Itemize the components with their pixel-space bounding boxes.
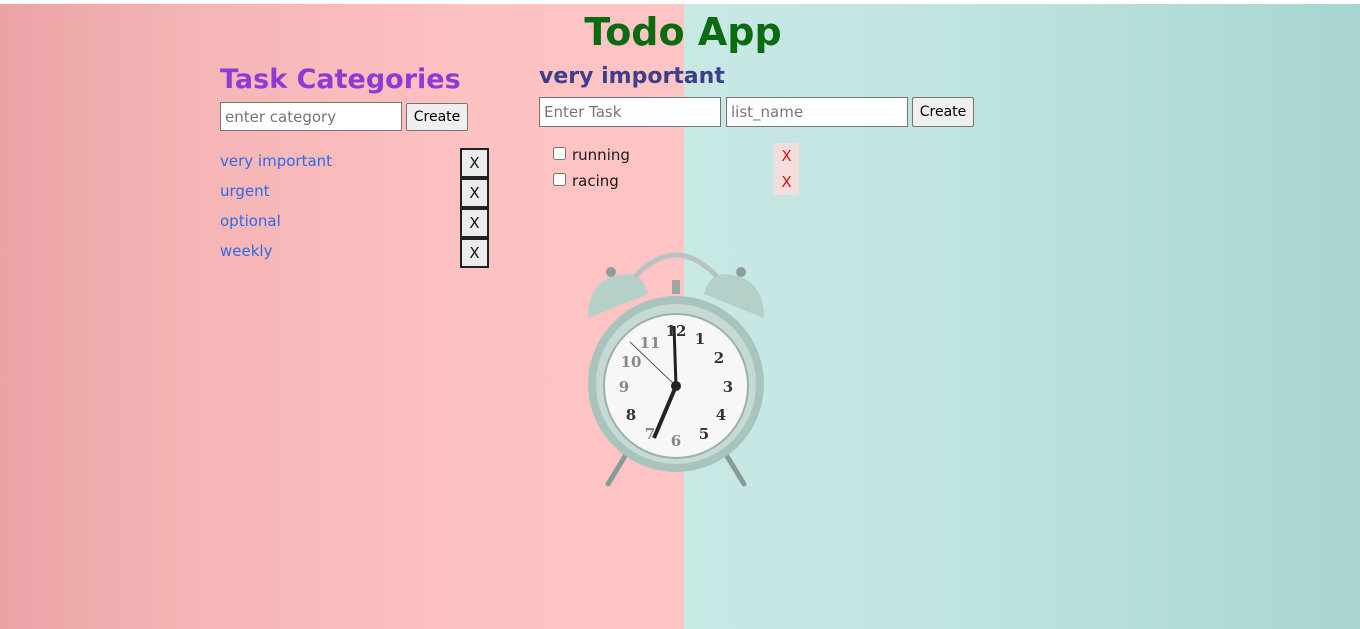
svg-text:2: 2 [714, 349, 724, 367]
delete-task-button[interactable]: X [774, 143, 799, 169]
category-item: weekly X [220, 238, 490, 268]
category-item: urgent X [220, 178, 490, 208]
delete-category-button[interactable]: X [460, 238, 489, 268]
delete-category-button[interactable]: X [460, 208, 489, 238]
category-item: very important X [220, 148, 490, 178]
category-link-optional[interactable]: optional [220, 211, 281, 231]
categories-heading: Task Categories [220, 64, 461, 95]
category-link-very-important[interactable]: very important [220, 151, 332, 171]
svg-text:3: 3 [723, 378, 733, 396]
category-input[interactable] [220, 102, 402, 131]
create-category-button[interactable]: Create [406, 103, 468, 131]
page-background: 12 1 2 3 4 5 6 7 8 9 10 11 [0, 0, 1360, 629]
delete-category-button[interactable]: X [460, 178, 489, 208]
task-checkbox-racing[interactable] [553, 173, 566, 186]
category-link-weekly[interactable]: weekly [220, 241, 272, 261]
svg-text:11: 11 [640, 334, 661, 352]
delete-task-button[interactable]: X [774, 169, 799, 195]
svg-text:4: 4 [716, 406, 726, 424]
task-item: racing X [553, 169, 803, 196]
task-label: racing [572, 172, 619, 190]
task-item: running X [553, 143, 803, 170]
task-label: running [572, 146, 630, 164]
list-heading: very important [539, 64, 725, 89]
svg-text:8: 8 [626, 406, 636, 424]
svg-text:10: 10 [621, 353, 642, 371]
svg-text:5: 5 [699, 425, 709, 443]
category-list: very important X urgent X optional X wee… [220, 148, 490, 268]
svg-text:9: 9 [619, 378, 629, 396]
svg-text:1: 1 [695, 330, 705, 348]
task-input[interactable] [539, 97, 721, 127]
task-checkbox-running[interactable] [553, 147, 566, 160]
category-link-urgent[interactable]: urgent [220, 181, 270, 201]
create-task-button[interactable]: Create [912, 97, 974, 127]
svg-text:12: 12 [666, 322, 687, 340]
delete-category-button[interactable]: X [460, 148, 489, 178]
alarm-clock-icon: 12 1 2 3 4 5 6 7 8 9 10 11 [588, 252, 764, 487]
list-name-input[interactable] [726, 97, 908, 127]
app-title: Todo App [584, 10, 782, 54]
task-list: running X racing X [553, 143, 803, 196]
category-item: optional X [220, 208, 490, 238]
svg-text:6: 6 [671, 432, 681, 450]
